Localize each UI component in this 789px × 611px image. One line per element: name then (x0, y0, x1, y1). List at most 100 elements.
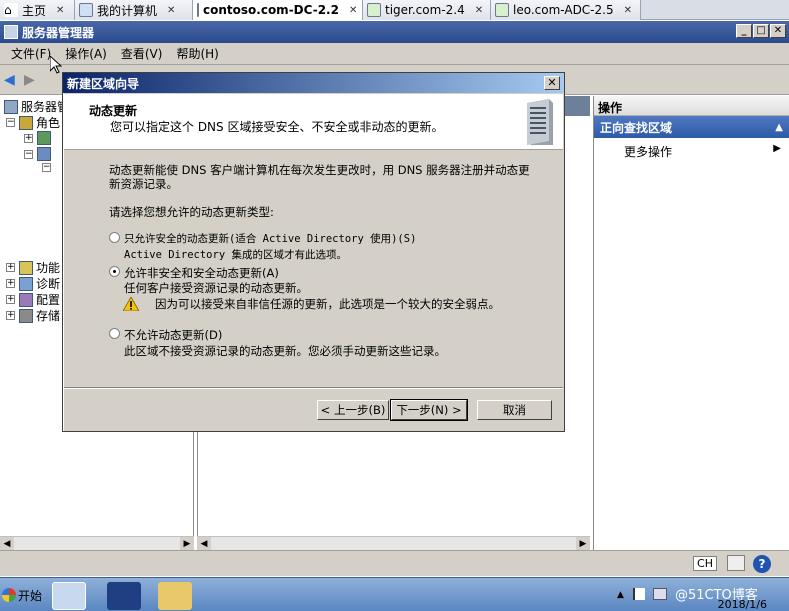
option-label: 允许非安全和安全动态更新(A) (124, 266, 279, 280)
dialog-separator (64, 387, 563, 389)
prompt-text: 请选择您想允许的动态更新类型: (109, 205, 274, 219)
taskbar-explorer-icon[interactable] (158, 582, 192, 610)
option-secure-and-nonsecure[interactable]: 允许非安全和安全动态更新(A) (109, 265, 279, 281)
option-detail: 任何客户接受资源记录的动态更新。 (124, 281, 308, 295)
dialog-close-button[interactable]: ✕ (544, 76, 560, 90)
menu-help[interactable]: 帮助(H) (169, 45, 225, 62)
menu-bar: 文件(F) 操作(A) 查看(V) 帮助(H) (0, 43, 789, 65)
vm-tab-home[interactable]: ⌂ 主页 ✕ (0, 0, 75, 20)
new-zone-wizard-dialog: 新建区域向导 ✕ 动态更新 您可以指定这个 DNS 区域接受安全、不安全或非动态… (62, 72, 565, 432)
vm-running-icon (367, 3, 381, 17)
role-icon (37, 131, 51, 145)
more-actions-item[interactable]: 更多操作 ▶ (594, 138, 789, 160)
tree-item-roles[interactable]: 角色 (36, 114, 60, 131)
radio-secure-only[interactable] (109, 232, 120, 243)
collapse-arrow-icon[interactable]: ▲ (775, 122, 783, 133)
taskbar-powershell-icon[interactable] (107, 582, 141, 610)
dns-icon (37, 147, 51, 161)
middle-horizontal-scrollbar[interactable]: ◀ ▶ (197, 536, 590, 551)
vm-tab-leo[interactable]: leo.com-ADC-2.5 ✕ (491, 0, 641, 20)
vm-running-icon (495, 3, 509, 17)
tree-item-features[interactable]: 功能 (36, 259, 60, 276)
tray-expand-icon[interactable]: ▲ (617, 590, 624, 600)
back-arrow-icon[interactable]: ◀ (4, 73, 20, 87)
maximize-button[interactable]: □ (753, 24, 769, 38)
expand-icon[interactable]: + (6, 295, 15, 304)
more-actions-label: 更多操作 (624, 145, 673, 159)
close-icon[interactable]: ✕ (56, 5, 64, 16)
vm-tab-my-computer[interactable]: 我的计算机 ✕ (75, 0, 193, 20)
scroll-right-icon[interactable]: ▶ (576, 537, 590, 551)
expand-icon[interactable]: + (6, 263, 15, 272)
option-no-dynamic[interactable]: 不允许动态更新(D) (109, 327, 222, 343)
configuration-icon (19, 292, 33, 307)
description-line2: 新资源记录。 (109, 177, 178, 191)
roles-icon (19, 115, 33, 130)
dialog-titlebar: 新建区域向导 (63, 73, 564, 93)
next-button[interactable]: 下一步(N) > (390, 399, 468, 421)
option-label: 只允许安全的动态更新(适合 Active Directory 使用)(S) (124, 233, 417, 245)
scroll-left-icon[interactable]: ◀ (0, 537, 14, 551)
radio-secure-and-nonsecure[interactable] (109, 266, 120, 277)
dialog-title: 新建区域向导 (67, 76, 140, 91)
expand-icon[interactable]: + (6, 279, 15, 288)
flag-icon[interactable] (633, 588, 645, 600)
tree-item-config[interactable]: 配置 (36, 291, 60, 308)
option-secure-only[interactable]: 只允许安全的动态更新(适合 Active Directory 使用)(S) (109, 231, 416, 246)
collapse-icon[interactable]: − (6, 118, 15, 127)
help-icon[interactable]: ? (753, 555, 771, 573)
warning-icon (123, 297, 139, 311)
collapse-icon[interactable]: − (24, 149, 33, 159)
close-icon[interactable]: ✕ (167, 5, 175, 16)
close-icon[interactable]: ✕ (475, 5, 483, 16)
back-button[interactable]: < 上一步(B) (317, 400, 389, 420)
taskbar-server-manager-icon[interactable] (52, 582, 86, 610)
cancel-button[interactable]: 取消 (477, 400, 552, 420)
clock-date[interactable]: 2018/1/6 (718, 598, 767, 611)
vm-running-icon (197, 3, 199, 17)
start-button[interactable]: 开始 (0, 582, 48, 608)
option-label: 不允许动态更新(D) (124, 328, 223, 342)
server-manager-icon (4, 99, 18, 114)
status-bar: CH ? (0, 550, 789, 576)
vm-tab-label: contoso.com-DC-2.2 (203, 3, 339, 17)
vm-tab-contoso[interactable]: contoso.com-DC-2.2 ✕ (193, 0, 363, 20)
close-icon[interactable]: ✕ (349, 5, 357, 16)
network-icon[interactable] (653, 588, 667, 600)
forward-arrow-icon[interactable]: ▶ (24, 73, 40, 87)
actions-pane: 操作 正向查找区域 ▲ 更多操作 ▶ (593, 96, 789, 550)
vm-tab-tiger[interactable]: tiger.com-2.4 ✕ (363, 0, 491, 20)
window-titlebar: 服务器管理器 _ □ ✕ (0, 21, 789, 43)
wizard-subheading: 您可以指定这个 DNS 区域接受安全、不安全或非动态的更新。 (110, 120, 444, 134)
left-horizontal-scrollbar[interactable]: ◀ ▶ (0, 536, 194, 551)
option-detail: 此区域不接受资源记录的动态更新。您必须手动更新这些记录。 (124, 344, 446, 358)
expand-icon[interactable]: + (6, 311, 15, 320)
language-indicator[interactable]: CH (693, 556, 717, 571)
menu-action[interactable]: 操作(A) (58, 45, 114, 62)
close-icon[interactable]: ✕ (624, 5, 632, 16)
wizard-header: 动态更新 您可以指定这个 DNS 区域接受安全、不安全或非动态的更新。 (64, 94, 563, 150)
wizard-heading: 动态更新 (89, 104, 138, 118)
vm-tab-label: 我的计算机 (97, 3, 158, 18)
collapse-icon[interactable]: − (42, 163, 51, 172)
expand-icon[interactable]: + (24, 133, 33, 143)
scroll-right-icon[interactable]: ▶ (180, 537, 194, 551)
tree-item-storage[interactable]: 存储 (36, 307, 60, 324)
tree-item-diagnostics[interactable]: 诊断 (36, 275, 60, 292)
window-title: 服务器管理器 (22, 25, 95, 40)
radio-no-dynamic[interactable] (109, 328, 120, 339)
submenu-arrow-icon: ▶ (773, 143, 781, 154)
scroll-left-icon[interactable]: ◀ (197, 537, 211, 551)
home-icon: ⌂ (4, 3, 18, 17)
actions-section-label: 正向查找区域 (600, 120, 673, 135)
description-line1: 动态更新能使 DNS 客户端计算机在每次发生更改时，用 DNS 服务器注册并动态… (109, 163, 530, 177)
actions-section-forward-zones[interactable]: 正向查找区域 ▲ (594, 116, 789, 138)
computer-icon (79, 3, 93, 17)
vm-tab-label: leo.com-ADC-2.5 (513, 3, 614, 17)
server-icon (527, 99, 553, 145)
start-label: 开始 (18, 588, 43, 603)
minimize-button[interactable]: _ (736, 24, 752, 38)
keyboard-icon[interactable] (727, 555, 745, 571)
menu-view[interactable]: 查看(V) (114, 45, 170, 62)
close-button[interactable]: ✕ (770, 24, 786, 38)
